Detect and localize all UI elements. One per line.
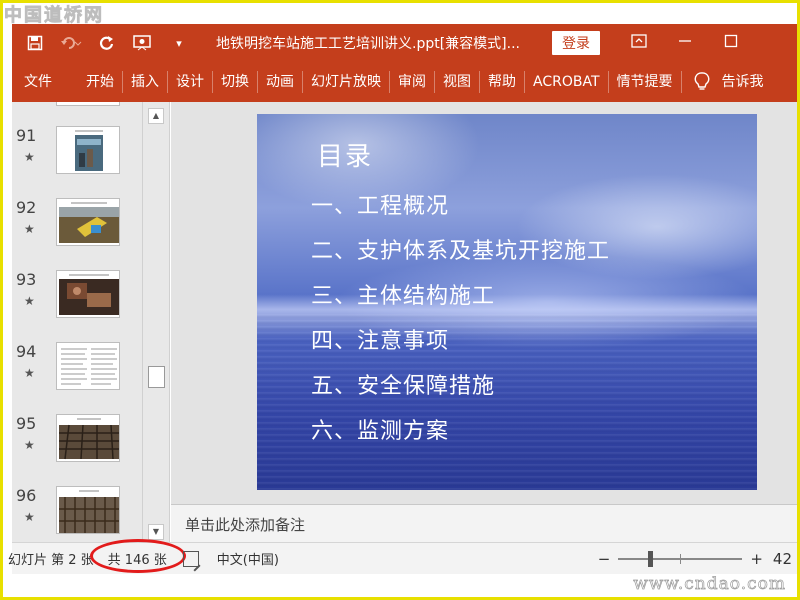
zoom-slider-midpoint bbox=[680, 554, 682, 564]
thumbnail-image[interactable] bbox=[56, 414, 120, 462]
current-slide[interactable]: 目录 一、工程概况 二、支护体系及基坑开挖施工 三、主体结构施工 四、注意事项 … bbox=[257, 114, 757, 490]
animation-star-icon: ★ bbox=[24, 150, 35, 164]
thumbnail-image[interactable] bbox=[56, 198, 120, 246]
slide-title[interactable]: 目录 bbox=[317, 136, 373, 173]
slide-position: 幻灯片 第 2 张 bbox=[8, 553, 94, 568]
slide-editing-area[interactable]: 目录 一、工程概况 二、支护体系及基坑开挖施工 三、主体结构施工 四、注意事项 … bbox=[171, 102, 800, 504]
watermark-top: 中国道桥网 bbox=[4, 5, 104, 27]
thumbnail-item[interactable]: 91 ★ bbox=[12, 126, 142, 198]
toc-item: 一、工程概况 bbox=[311, 194, 450, 219]
login-button[interactable]: 登录 bbox=[552, 31, 600, 55]
title-bar: ▾ 地铁明挖车站施工工艺培训讲义.ppt[兼容模式]... 登录 bbox=[12, 24, 800, 62]
document-title: 地铁明挖车站施工工艺培训讲义.ppt[兼容模式]... bbox=[216, 36, 520, 52]
scrollbar-thumb[interactable] bbox=[148, 366, 165, 388]
thumbnail-number: 96 bbox=[16, 486, 37, 505]
toc-item: 五、安全保障措施 bbox=[311, 374, 496, 399]
tab-animations[interactable]: 动画 bbox=[258, 62, 302, 102]
ribbon-tabs: 文件 开始 插入 设计 切换 动画 幻灯片放映 审阅 视图 帮助 ACROBAT… bbox=[12, 62, 800, 102]
tab-slideshow[interactable]: 幻灯片放映 bbox=[303, 62, 389, 102]
toc-item: 三、主体结构施工 bbox=[311, 284, 496, 309]
minimize-icon[interactable] bbox=[662, 34, 708, 52]
tab-review[interactable]: 审阅 bbox=[390, 62, 434, 102]
notes-toggle-icon[interactable] bbox=[182, 550, 199, 567]
thumbnail-item[interactable]: 94 ★ bbox=[12, 342, 142, 414]
thumbnail-scrollbar[interactable]: ▲ ▼ bbox=[142, 102, 170, 542]
animation-star-icon: ★ bbox=[24, 510, 35, 524]
slide-thumbnails-pane[interactable]: 91 ★ 92 ★ 93 ★ 94 ★ 95 ★ 96 ★ bbox=[12, 102, 142, 542]
thumbnail-number: 95 bbox=[16, 414, 37, 433]
animation-star-icon: ★ bbox=[24, 438, 35, 452]
thumbnail-item[interactable]: 95 ★ bbox=[12, 414, 142, 486]
customize-icon[interactable]: ▾ bbox=[166, 30, 192, 56]
thumbnail-item[interactable]: 93 ★ bbox=[12, 270, 142, 342]
tell-me-search[interactable]: 告诉我 bbox=[714, 62, 772, 102]
toc-item: 六、监测方案 bbox=[311, 419, 450, 444]
watermark-bottom: www.cndao.com bbox=[633, 574, 786, 595]
animation-star-icon: ★ bbox=[24, 366, 35, 380]
status-bar: 幻灯片 第 2 张 共 146 张 中文(中国) − + 42 bbox=[8, 539, 800, 575]
thumbnail-number: 92 bbox=[16, 198, 37, 217]
thumbnail-item[interactable]: 92 ★ bbox=[12, 198, 142, 270]
tab-home[interactable]: 开始 bbox=[78, 62, 122, 102]
thumbnail-partial[interactable] bbox=[56, 102, 120, 106]
lightbulb-icon[interactable] bbox=[690, 62, 714, 102]
zoom-control[interactable]: − + 42 bbox=[598, 543, 792, 575]
zoom-in-icon[interactable]: + bbox=[750, 550, 763, 568]
toc-item: 二、支护体系及基坑开挖施工 bbox=[311, 239, 611, 264]
zoom-slider-knob[interactable] bbox=[648, 551, 654, 567]
undo-icon[interactable] bbox=[58, 30, 84, 56]
scroll-down-icon[interactable]: ▼ bbox=[148, 524, 164, 540]
present-icon[interactable] bbox=[130, 30, 156, 56]
animation-star-icon: ★ bbox=[24, 222, 35, 236]
table-of-contents[interactable]: 一、工程概况 二、支护体系及基坑开挖施工 三、主体结构施工 四、注意事项 五、安… bbox=[311, 184, 610, 454]
tab-separator bbox=[680, 71, 682, 93]
tab-help[interactable]: 帮助 bbox=[480, 62, 524, 102]
thumbnail-image[interactable] bbox=[56, 126, 120, 174]
tab-transitions[interactable]: 切换 bbox=[213, 62, 257, 102]
thumbnail-image[interactable] bbox=[56, 342, 120, 390]
notes-pane[interactable]: 单击此处添加备注 bbox=[171, 504, 800, 542]
redo-icon[interactable] bbox=[94, 30, 120, 56]
thumbnail-item[interactable]: 96 ★ bbox=[12, 486, 142, 542]
zoom-out-icon[interactable]: − bbox=[598, 550, 611, 568]
animation-star-icon: ★ bbox=[24, 294, 35, 308]
thumbnail-image[interactable] bbox=[56, 486, 120, 534]
thumbnail-number: 93 bbox=[16, 270, 37, 289]
save-icon[interactable] bbox=[22, 30, 48, 56]
language-indicator[interactable]: 中文(中国) bbox=[217, 549, 279, 568]
scroll-up-icon[interactable]: ▲ bbox=[148, 108, 164, 124]
slide-count-highlight: 共 146 张 bbox=[89, 539, 186, 573]
tab-file[interactable]: 文件 bbox=[12, 62, 78, 102]
tab-view[interactable]: 视图 bbox=[435, 62, 479, 102]
tab-storyboarding[interactable]: 情节提要 bbox=[609, 62, 681, 102]
ribbon-display-icon[interactable] bbox=[616, 34, 662, 52]
zoom-level[interactable]: 42 bbox=[773, 550, 792, 568]
thumbnail-number: 94 bbox=[16, 342, 37, 361]
tab-design[interactable]: 设计 bbox=[168, 62, 212, 102]
tab-insert[interactable]: 插入 bbox=[123, 62, 167, 102]
thumbnail-image[interactable] bbox=[56, 270, 120, 318]
maximize-icon[interactable] bbox=[708, 34, 754, 52]
zoom-slider[interactable] bbox=[618, 551, 743, 567]
tab-acrobat[interactable]: ACROBAT bbox=[525, 62, 608, 102]
thumbnail-number: 91 bbox=[16, 126, 37, 145]
red-circle-annotation bbox=[89, 539, 186, 573]
toc-item: 四、注意事项 bbox=[311, 329, 450, 354]
